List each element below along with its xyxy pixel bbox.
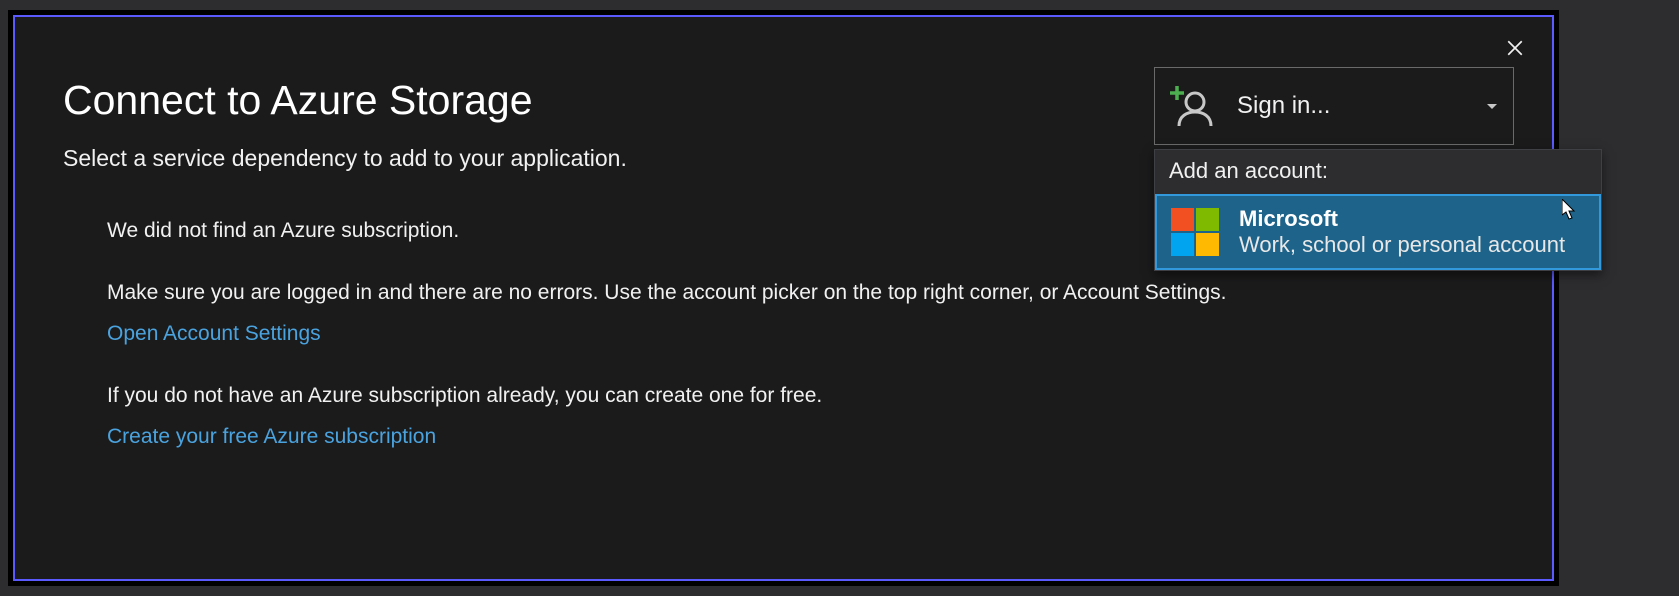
close-button[interactable] [1500,35,1530,65]
account-dropdown-menu: Add an account: Microsoft Work, school o… [1154,149,1602,271]
account-option-desc: Work, school or personal account [1239,232,1565,258]
account-option-microsoft[interactable]: Microsoft Work, school or personal accou… [1155,194,1601,270]
dialog-subtitle: Select a service dependency to add to yo… [63,145,627,172]
sign-in-label: Sign in... [1237,92,1487,120]
dialog-title: Connect to Azure Storage [63,77,533,124]
logged-in-hint-text: Make sure you are logged in and there ar… [107,277,1502,309]
dropdown-header: Add an account: [1155,150,1601,194]
account-option-name: Microsoft [1239,206,1565,232]
sign-in-dropdown[interactable]: Sign in... [1154,67,1514,145]
no-subscription-hint-text: If you do not have an Azure subscription… [107,380,1502,412]
add-user-icon [1169,84,1213,128]
open-account-settings-link[interactable]: Open Account Settings [107,322,321,345]
chevron-down-icon [1487,104,1497,109]
microsoft-logo-icon [1171,208,1219,256]
connect-azure-storage-dialog: Connect to Azure Storage Select a servic… [13,15,1554,581]
create-free-subscription-link[interactable]: Create your free Azure subscription [107,425,436,448]
